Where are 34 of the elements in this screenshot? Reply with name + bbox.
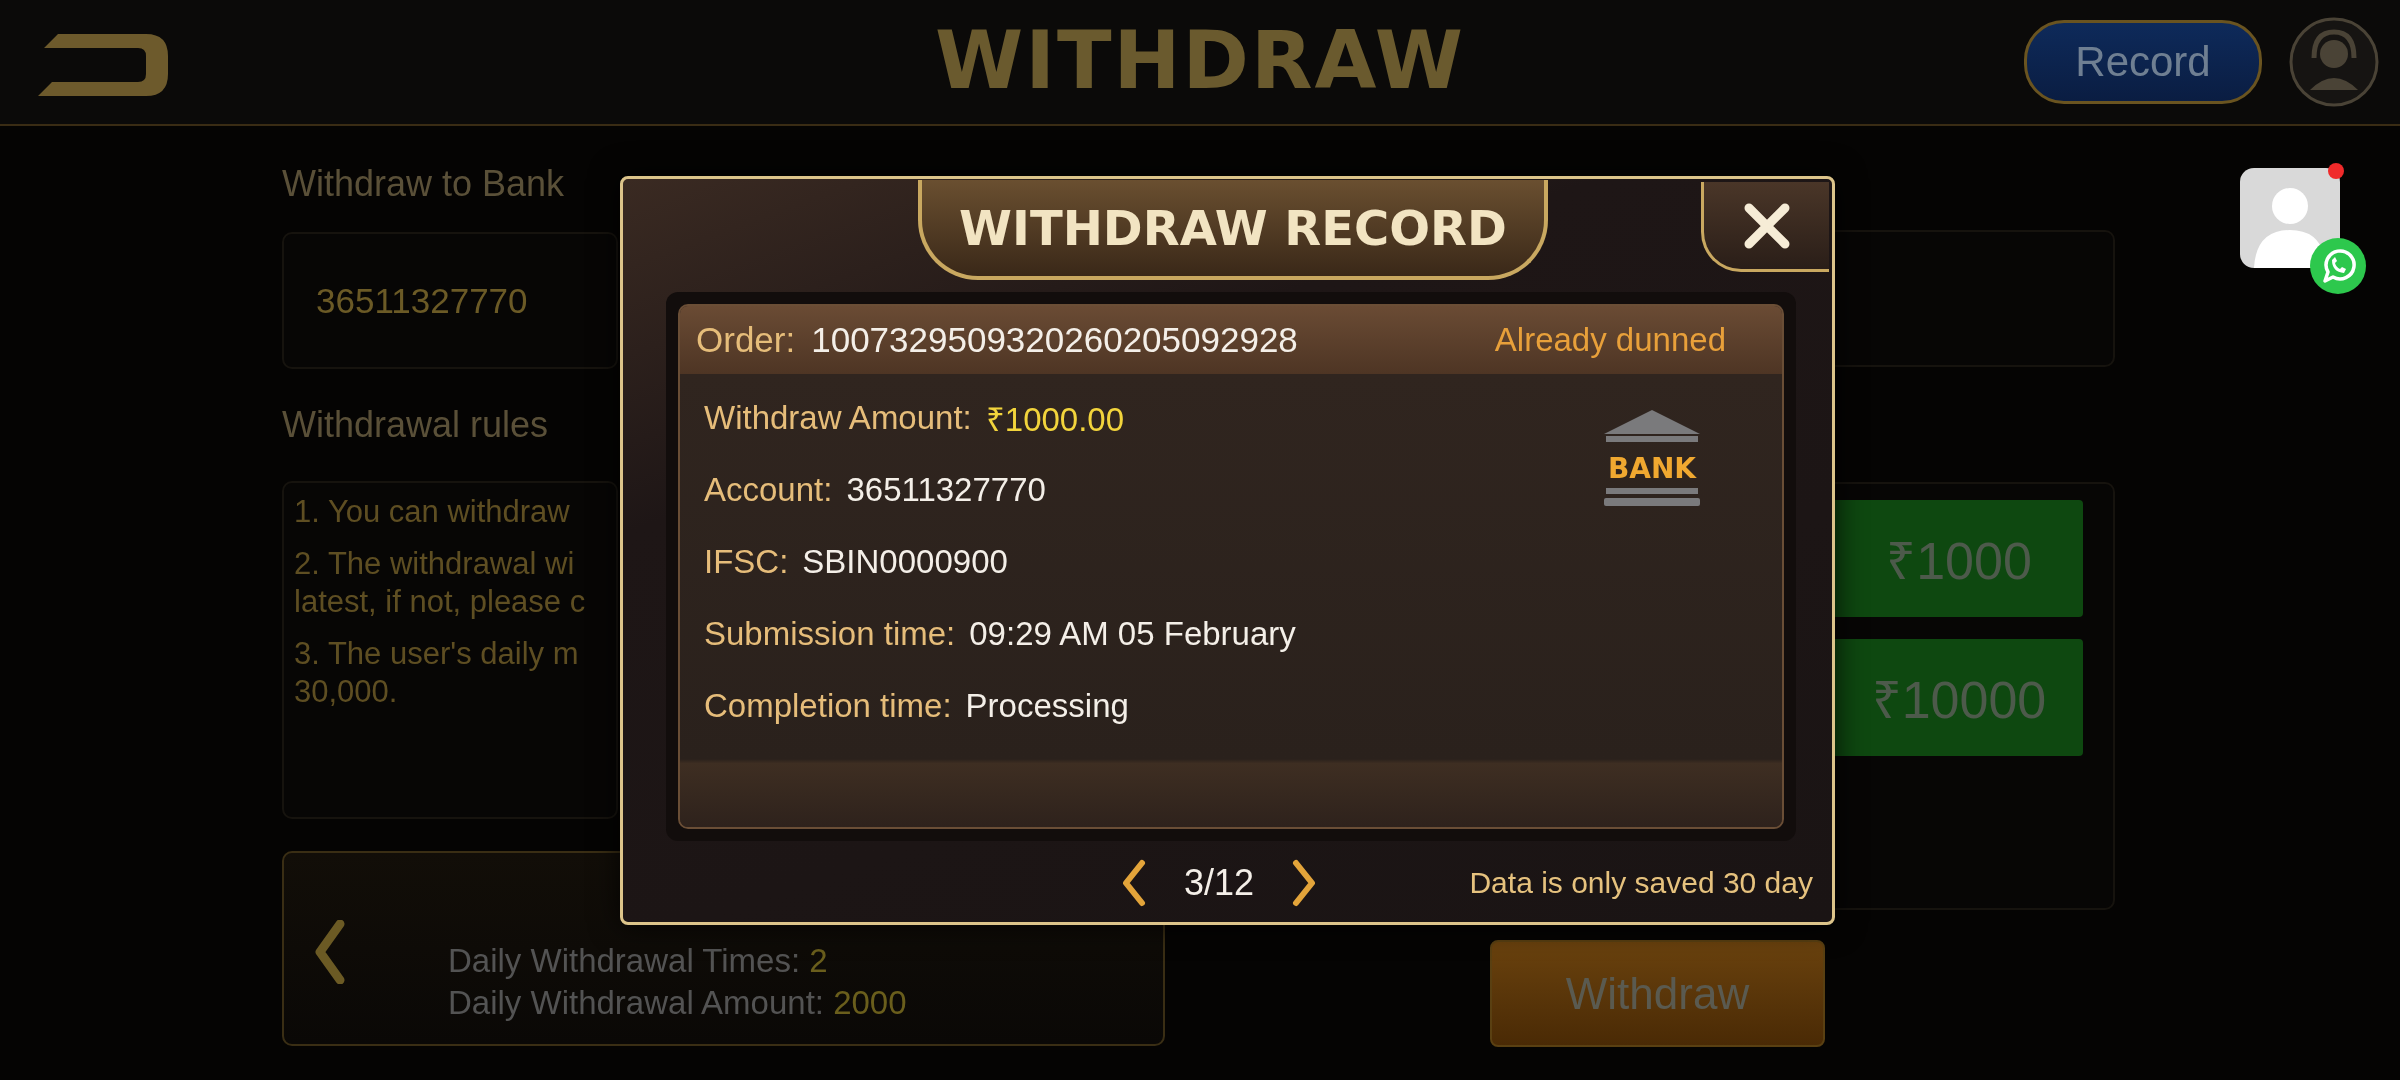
retention-note: Data is only saved 30 day — [1469, 866, 1813, 900]
field-value: Processing — [965, 687, 1129, 725]
field-value: 36511327770 — [846, 471, 1046, 509]
record-button[interactable]: Record — [2024, 20, 2262, 104]
page-title: WITHDRAW — [934, 14, 1466, 107]
amount-option[interactable]: ₹10000 — [1835, 639, 2083, 756]
page-indicator: 3/12 — [1184, 862, 1255, 904]
rule-text: 1. You can withdraw — [294, 493, 570, 531]
withdraw-button[interactable]: Withdraw — [1490, 940, 1825, 1047]
field-label: Completion time: — [704, 687, 952, 725]
status-text: Already dunned — [1494, 321, 1726, 359]
rule-text: 3. The user's daily m 30,000. — [294, 635, 579, 711]
rule-text: 2. The withdrawal wi latest, if not, please c — [294, 545, 586, 621]
field-label: Account: — [704, 471, 833, 509]
whatsapp-icon[interactable] — [2310, 238, 2366, 294]
field-label: Order: — [696, 320, 796, 360]
field-value: 09:29 AM 05 February — [969, 615, 1296, 653]
avatar-icon[interactable] — [2240, 168, 2340, 268]
dialog-title: WITHDRAW RECORD — [918, 180, 1548, 280]
chevron-left-icon[interactable] — [1120, 859, 1148, 907]
daily-limit-text: Daily Withdrawal Amount: 2000 — [448, 984, 907, 1022]
field-label: Submission time: — [704, 615, 956, 653]
close-button[interactable] — [1701, 182, 1829, 272]
section-label: Withdraw to Bank — [282, 162, 565, 206]
field-label: IFSC: — [704, 543, 789, 581]
field-label: Withdraw Amount: — [704, 399, 972, 437]
section-label: Withdrawal rules — [282, 403, 549, 447]
field-value: ₹1000.00 — [985, 399, 1125, 440]
account-field[interactable]: 36511327770 — [282, 232, 618, 369]
field-value: SBIN0000900 — [802, 543, 1008, 581]
close-icon — [1742, 201, 1791, 250]
amount-option[interactable]: ₹1000 — [1835, 500, 2083, 617]
daily-limit-text: Daily Withdrawal Times: 2 — [448, 942, 829, 980]
order-number: 1007329509320260205092928 — [811, 320, 1298, 360]
